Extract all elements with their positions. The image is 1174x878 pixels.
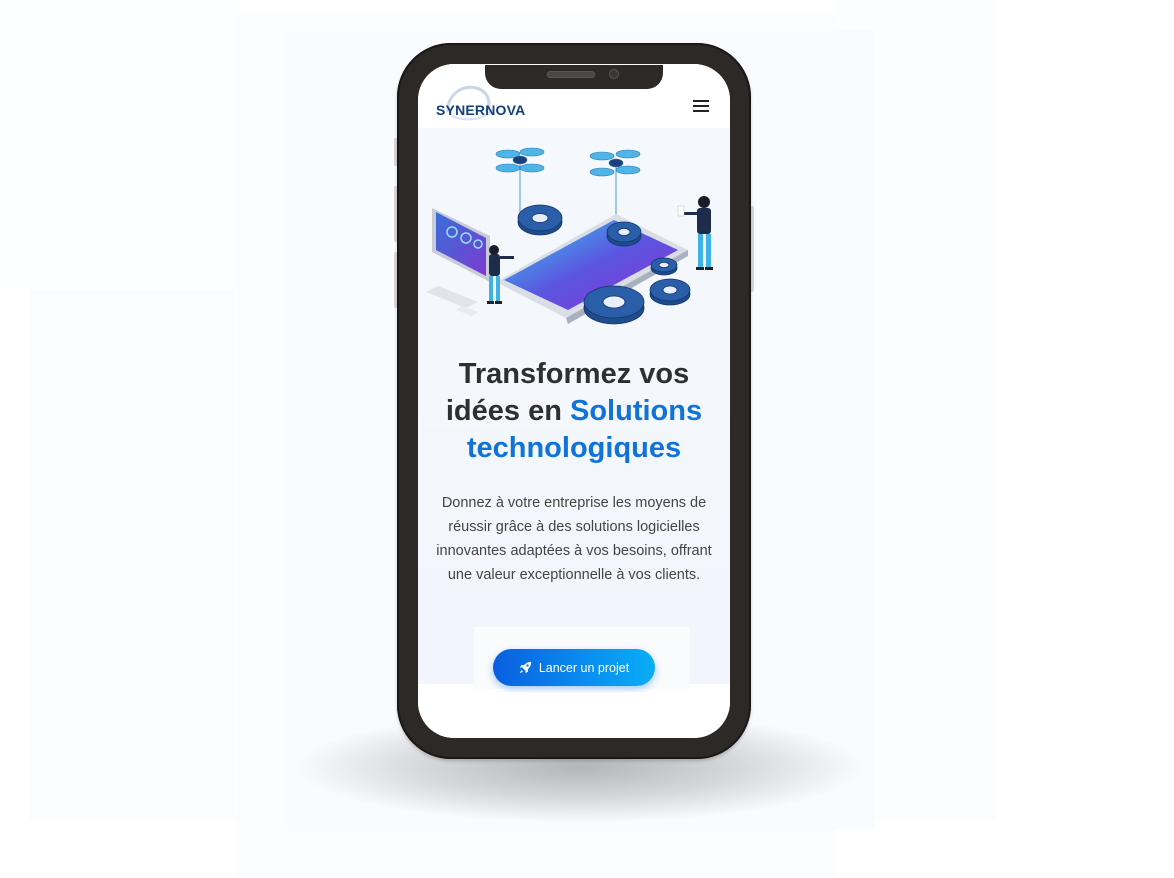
hero-description: Donnez à votre entreprise les moyens de … — [436, 495, 712, 583]
headline-plain: idées en — [445, 395, 562, 427]
hamburger-menu-icon[interactable] — [693, 100, 709, 112]
rocket-icon — [519, 661, 532, 674]
gear-icon — [606, 221, 642, 247]
front-camera — [609, 69, 619, 79]
headline-accent: technologiques — [466, 432, 682, 464]
gear-icon — [649, 278, 691, 306]
background-panel — [0, 0, 236, 290]
gear-icon — [583, 285, 645, 325]
mockup-stage: SYNERNOVA Transformez vos idées en Solut… — [0, 0, 1174, 878]
hero-illustration — [426, 147, 713, 325]
launch-project-button[interactable]: Lancer un projet — [493, 649, 655, 686]
person-figure — [677, 196, 713, 270]
site-logo[interactable]: SYNERNOVA — [436, 102, 525, 118]
launch-project-label: Lancer un projet — [538, 660, 630, 675]
speaker-grille — [547, 71, 595, 78]
hero-headline: Transformez vos idées en Solutions techn… — [418, 356, 730, 467]
headline-line: Transformez vos — [458, 358, 690, 390]
screen-bottom — [418, 692, 730, 738]
phone-frame: SYNERNOVA Transformez vos idées en Solut… — [397, 43, 751, 759]
phone-notch — [485, 65, 663, 89]
background-panel — [30, 290, 235, 820]
phone-screen: SYNERNOVA Transformez vos idées en Solut… — [418, 64, 730, 738]
drone-icon — [589, 149, 641, 177]
headline-line: idées en Solutions — [418, 393, 730, 430]
gear-icon — [517, 204, 563, 236]
headline-accent: Solutions — [570, 395, 703, 427]
gear-icon — [650, 257, 678, 276]
